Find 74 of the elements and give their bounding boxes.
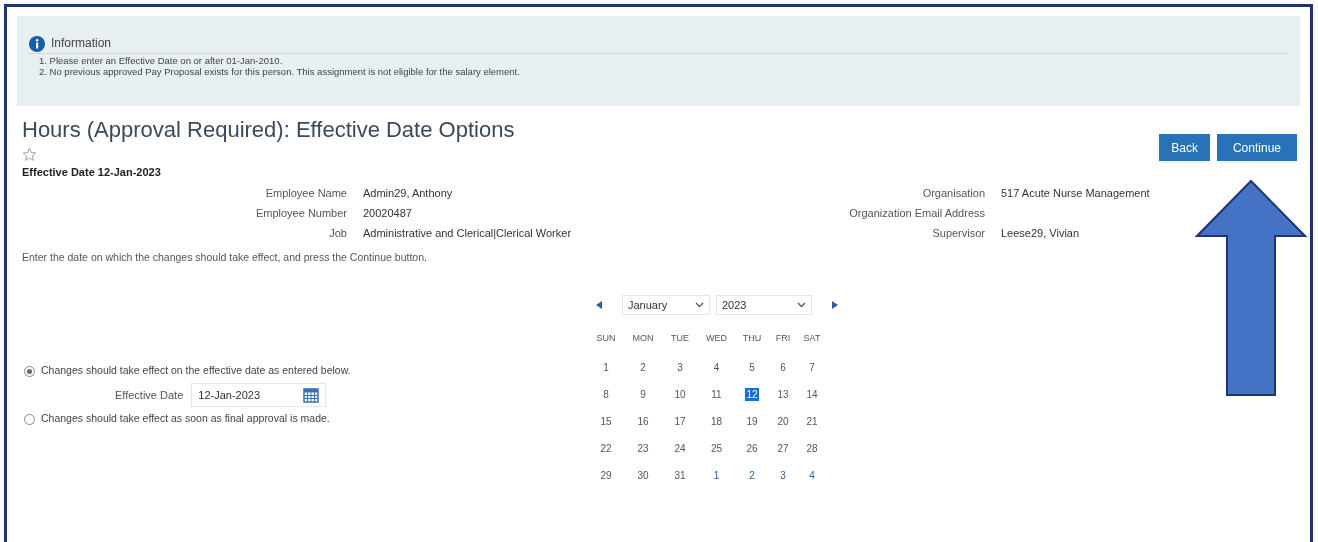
- weekday-label: WED: [706, 333, 727, 344]
- calendar-day[interactable]: 2: [749, 469, 755, 483]
- field-value: 20020487: [363, 206, 412, 219]
- calendar-day[interactable]: 19: [746, 415, 758, 429]
- instruction-text: Enter the date on which the changes should take effect, and press the Continue button.: [21, 249, 428, 265]
- field-label: Employee Name: [265, 186, 347, 199]
- weekday-label: MON: [632, 333, 654, 344]
- year-dropdown[interactable]: 2023: [716, 295, 812, 316]
- field-label: Organisation: [922, 186, 985, 199]
- action-button[interactable]: Continue: [1216, 134, 1297, 161]
- weekday-label: THU: [742, 333, 762, 344]
- calendar-day[interactable]: 25: [710, 442, 723, 456]
- calendar-day[interactable]: 24: [674, 442, 686, 456]
- calendar-day[interactable]: 16: [637, 415, 649, 429]
- calendar-day[interactable]: 1: [603, 361, 609, 375]
- calendar-day[interactable]: 3: [780, 469, 786, 483]
- calendar-day[interactable]: 4: [809, 469, 815, 483]
- calendar-day[interactable]: 12: [745, 388, 759, 402]
- month-dropdown[interactable]: January: [622, 295, 710, 316]
- weekday-label: SAT: [803, 333, 821, 344]
- calendar-day[interactable]: 23: [637, 442, 649, 456]
- option-label: Changes should take effect on the effective date as entered below.: [41, 363, 351, 379]
- calendar-icon[interactable]: [303, 387, 320, 404]
- field-value: Administrative and Clerical|Clerical Worker: [363, 226, 572, 239]
- calendar-day[interactable]: 1: [713, 469, 720, 483]
- calendar-day[interactable]: 6: [780, 361, 786, 375]
- calendar-day[interactable]: 22: [600, 442, 612, 456]
- field-label: Job: [329, 226, 347, 239]
- star-icon[interactable]: [22, 147, 37, 162]
- field-label: Supervisor: [932, 226, 985, 239]
- calendar-day[interactable]: 14: [806, 388, 818, 402]
- weekday-label: FRI: [775, 333, 791, 344]
- option-label: Changes should take effect as soon as final approval is made.: [41, 411, 330, 427]
- field-value: Admin29, Anthony: [363, 186, 453, 199]
- info-icon: [29, 36, 45, 52]
- effective-date-heading: Effective Date 12-Jan-2023: [21, 165, 162, 180]
- calendar-day[interactable]: 3: [677, 361, 683, 375]
- message-text: 1. Please enter an Effective Date on or after 01-Jan-2010.: [39, 55, 284, 66]
- calendar-day[interactable]: 26: [746, 442, 758, 456]
- message-text: 2. No previous approved Pay Proposal exists for this person. This assignment is not eligible for the salary element.: [39, 66, 521, 77]
- calendar-day[interactable]: 30: [637, 469, 649, 483]
- action-button[interactable]: Back: [1159, 134, 1210, 161]
- calendar-day[interactable]: 31: [674, 469, 686, 483]
- caret-icon[interactable]: [695, 302, 704, 309]
- field-value: Leese29, Vivian: [1001, 226, 1080, 239]
- calendar-day[interactable]: 21: [806, 415, 818, 429]
- calendar-day[interactable]: 9: [640, 388, 646, 402]
- date-input-field[interactable]: 12-Jan-2023: [191, 383, 327, 408]
- calendar-day[interactable]: 15: [600, 415, 612, 429]
- calendar-day[interactable]: 18: [710, 415, 723, 429]
- field-label: Organization Email Address: [849, 206, 985, 219]
- calendar-day[interactable]: 8: [603, 388, 609, 402]
- caret-icon[interactable]: [797, 302, 806, 309]
- calendar-day[interactable]: 2: [640, 361, 646, 375]
- calendar-day[interactable]: 4: [713, 361, 720, 375]
- radio-button[interactable]: [24, 365, 35, 377]
- weekday-label: SUN: [596, 333, 616, 344]
- calendar-day[interactable]: 20: [777, 415, 789, 429]
- weekday-label: TUE: [671, 333, 689, 344]
- calendar-day[interactable]: 10: [674, 388, 686, 402]
- page-title: Hours (Approval Required): Effective Date Options: [22, 117, 515, 143]
- calendar-day[interactable]: 17: [674, 415, 686, 429]
- field-label: Employee Number: [255, 206, 347, 219]
- calendar-day[interactable]: 7: [809, 361, 815, 375]
- calendar-day[interactable]: 13: [777, 388, 789, 402]
- field-value: 517 Acute Nurse Management: [1001, 186, 1150, 199]
- calendar-day[interactable]: 11: [711, 388, 722, 402]
- calendar-day[interactable]: 5: [749, 361, 755, 375]
- calendar-day[interactable]: 27: [777, 442, 789, 456]
- information-title: Information: [51, 35, 112, 52]
- calendar-day[interactable]: 29: [600, 469, 612, 483]
- calendar-day[interactable]: 28: [806, 442, 818, 456]
- field-label: Effective Date: [115, 388, 184, 403]
- radio-button[interactable]: [24, 413, 35, 425]
